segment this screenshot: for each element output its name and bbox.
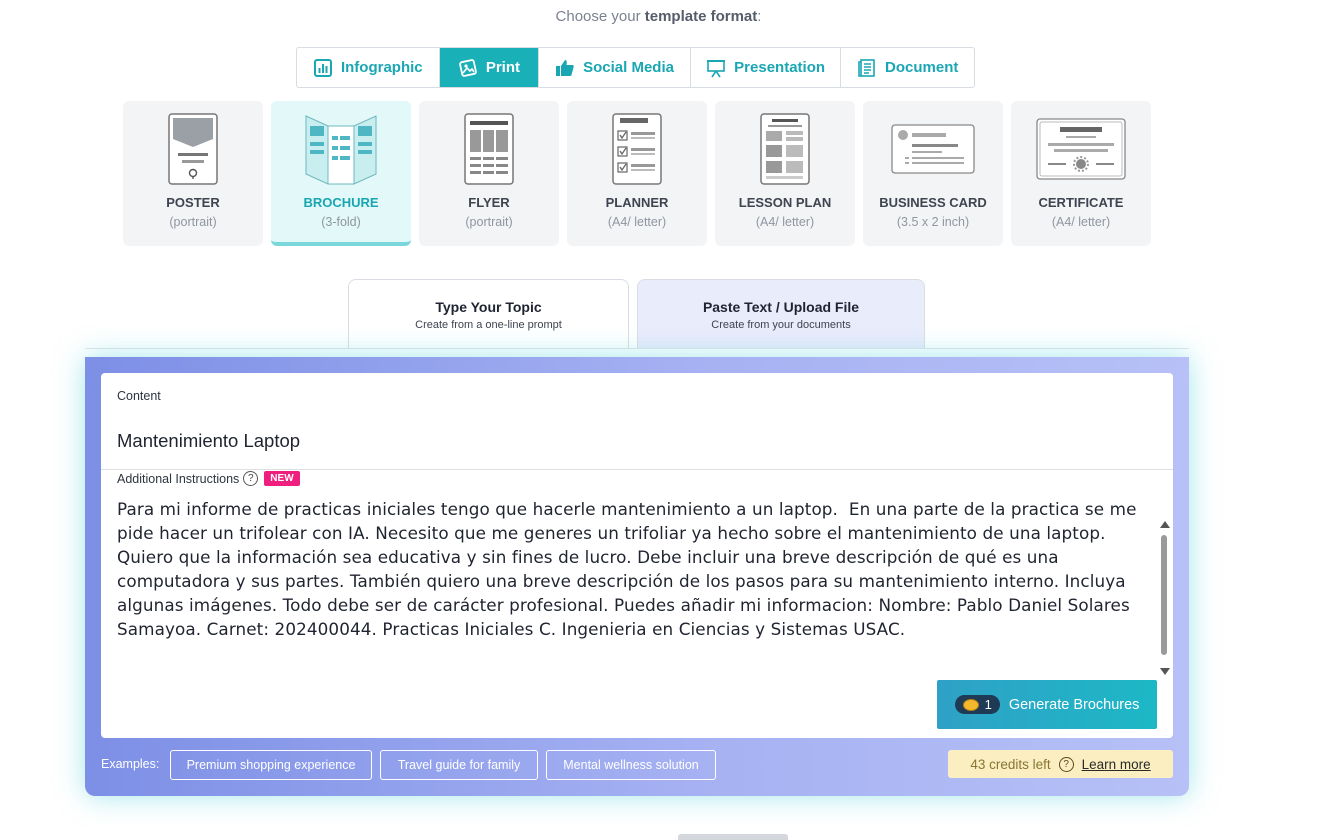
template-cards: POSTER (portrait) BROCHURE (3-fold) FLYE… — [123, 101, 1151, 246]
help-icon[interactable]: ? — [243, 471, 259, 486]
heading-prefix: Choose your — [555, 8, 645, 25]
business-card-thumbnail-icon — [863, 111, 1003, 187]
tab-social-media[interactable]: Social Media — [539, 48, 691, 87]
template-card-poster[interactable]: POSTER (portrait) — [123, 101, 263, 246]
tab-document-label: Document — [885, 59, 959, 76]
generate-brochures-button[interactable]: 1 Generate Brochures — [937, 680, 1157, 729]
instructions-textarea[interactable]: Para mi informe de practicas iniciales t… — [117, 497, 1147, 667]
template-card-certificate[interactable]: CERTIFICATE (A4/ letter) — [1011, 101, 1151, 246]
template-size: (3-fold) — [321, 215, 361, 229]
tab-subtitle: Create from your documents — [711, 319, 851, 331]
template-name: FLYER — [468, 195, 510, 210]
thumbs-up-icon — [556, 59, 574, 76]
tab-title: Type Your Topic — [435, 299, 542, 315]
template-card-lesson-plan[interactable]: LESSON PLAN (A4/ letter) — [715, 101, 855, 246]
credit-cost-badge: 1 — [954, 695, 1000, 714]
tab-infographic[interactable]: Infographic — [297, 48, 440, 87]
credits-left: 43 credits left — [970, 756, 1051, 772]
learn-more-link[interactable]: Learn more — [1082, 757, 1151, 772]
template-name: CERTIFICATE — [1038, 195, 1124, 210]
tab-print-label: Print — [485, 59, 521, 76]
tab-presentation[interactable]: Presentation — [691, 48, 842, 87]
new-badge: NEW — [264, 471, 300, 486]
template-name: BUSINESS CARD — [879, 195, 987, 210]
tab-document[interactable]: Document — [841, 48, 974, 87]
example-chip[interactable]: Mental wellness solution — [546, 750, 716, 780]
document-icon — [858, 58, 875, 77]
lesson-plan-thumbnail-icon — [715, 111, 855, 187]
template-name: BROCHURE — [303, 195, 379, 210]
credits-banner: 43 credits left ? Learn more — [948, 750, 1173, 778]
example-chip[interactable]: Travel guide for family — [380, 750, 538, 780]
scroll-down-icon[interactable] — [1160, 668, 1170, 675]
form-divider — [101, 469, 1173, 470]
format-tabs: Infographic Print Social Media Presentat… — [296, 47, 975, 88]
content-label: Content — [117, 389, 161, 403]
brochure-thumbnail-icon — [271, 111, 411, 187]
scroll-up-icon[interactable] — [1160, 521, 1170, 528]
tab-type-your-topic[interactable]: Type Your Topic Create from a one-line p… — [348, 279, 629, 349]
template-size: (3.5 x 2 inch) — [896, 215, 970, 229]
template-size: (A4/ letter) — [1051, 215, 1111, 229]
textarea-scrollbar[interactable] — [1159, 515, 1170, 675]
page-scroll-indicator — [678, 834, 788, 840]
help-icon[interactable]: ? — [1058, 756, 1074, 772]
template-card-brochure[interactable]: BROCHURE (3-fold) — [271, 101, 411, 246]
tab-subtitle: Create from a one-line prompt — [415, 319, 562, 331]
template-size: (A4/ letter) — [755, 215, 815, 229]
instructions-label: Additional Instructions — [117, 471, 240, 486]
tab-paste-text-upload[interactable]: Paste Text / Upload File Create from you… — [637, 279, 925, 349]
examples-label: Examples: — [101, 757, 160, 771]
flyer-thumbnail-icon — [419, 111, 559, 187]
template-name: LESSON PLAN — [738, 195, 832, 210]
tab-social-media-label: Social Media — [583, 59, 674, 76]
template-card-business-card[interactable]: BUSINESS CARD (3.5 x 2 inch) — [863, 101, 1003, 246]
template-size: (portrait) — [169, 215, 217, 229]
tab-infographic-label: Infographic — [340, 59, 423, 76]
template-name: PLANNER — [605, 195, 669, 210]
heading-suffix: : — [757, 8, 762, 25]
prompt-panel: Content Mantenimiento Laptop Additional … — [85, 357, 1189, 796]
presentation-board-icon — [707, 59, 726, 77]
scrollbar-thumb[interactable] — [1161, 535, 1167, 655]
example-chip[interactable]: Premium shopping experience — [170, 750, 372, 780]
tab-print[interactable]: Print — [439, 48, 540, 87]
poster-thumbnail-icon — [123, 111, 263, 187]
template-size: (A4/ letter) — [607, 215, 667, 229]
template-format-heading: Choose your template format: — [0, 8, 1317, 25]
credit-cost: 1 — [984, 697, 992, 712]
tab-presentation-label: Presentation — [734, 59, 826, 76]
heading-bold: template format — [644, 8, 758, 25]
planner-thumbnail-icon — [567, 111, 707, 187]
print-image-icon — [459, 58, 477, 77]
template-card-planner[interactable]: PLANNER (A4/ letter) — [567, 101, 707, 246]
instructions-label-row: Additional Instructions ? NEW — [117, 471, 300, 486]
content-input[interactable]: Mantenimiento Laptop — [117, 430, 300, 452]
tab-divider — [85, 348, 1189, 349]
template-card-flyer[interactable]: FLYER (portrait) — [419, 101, 559, 246]
tab-title: Paste Text / Upload File — [702, 299, 860, 315]
template-name: POSTER — [166, 195, 220, 210]
template-size: (portrait) — [465, 215, 513, 229]
generate-label: Generate Brochures — [1008, 696, 1140, 713]
coin-icon — [962, 698, 979, 711]
bar-chart-icon — [313, 58, 332, 77]
prompt-form: Content Mantenimiento Laptop Additional … — [101, 373, 1173, 738]
certificate-thumbnail-icon — [1011, 111, 1151, 187]
